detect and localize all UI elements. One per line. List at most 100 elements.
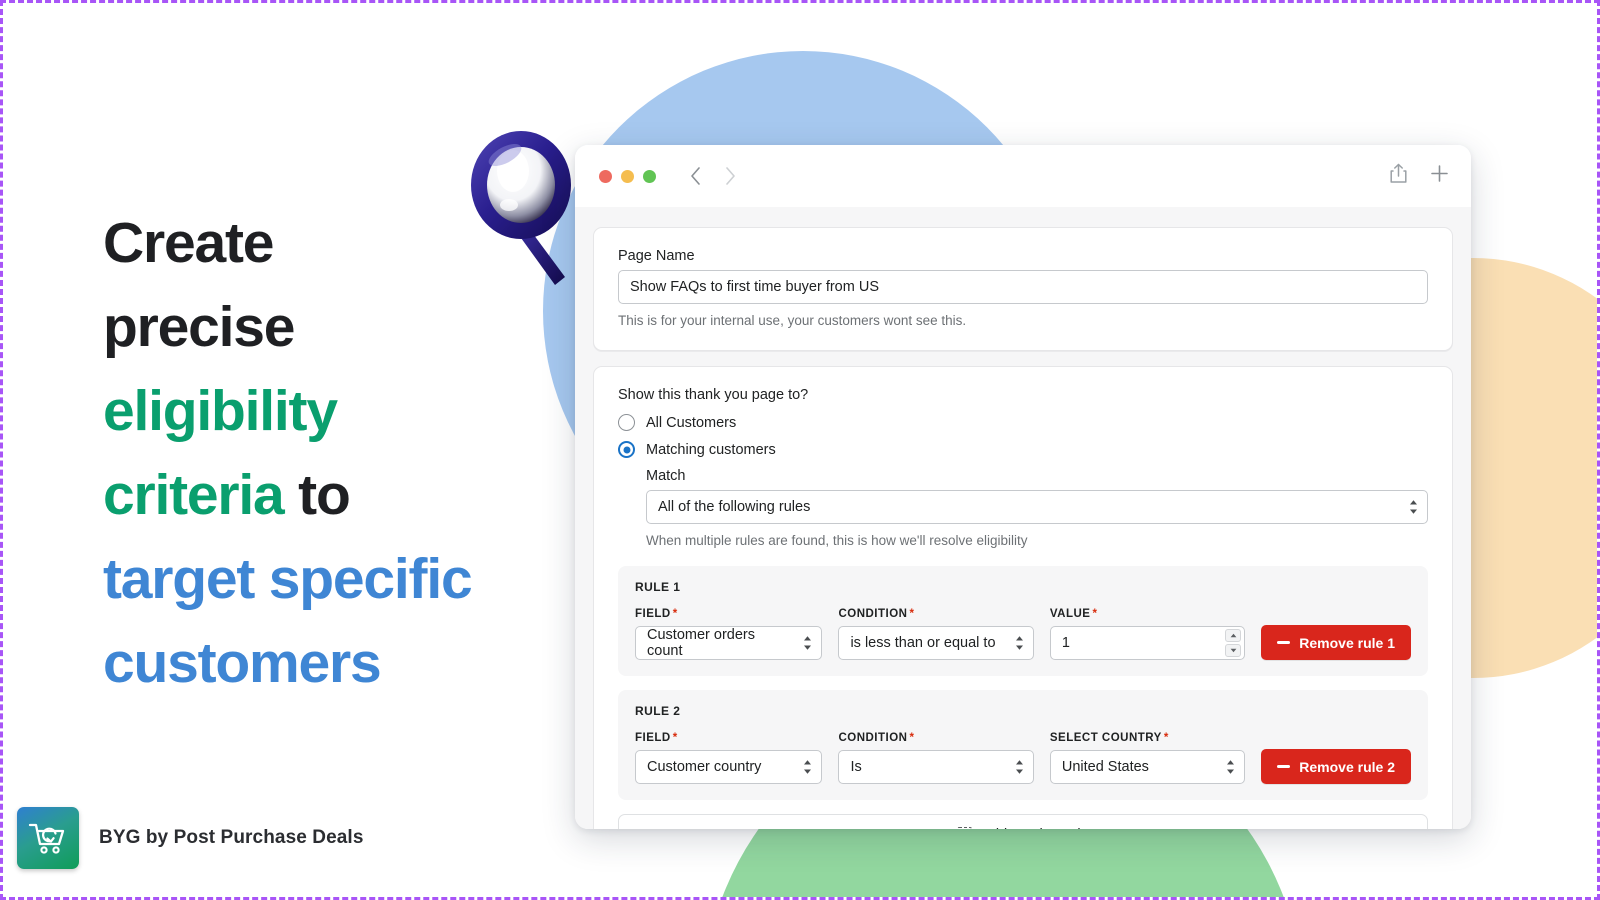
new-tab-button[interactable] [1430, 164, 1449, 188]
rule-card-1: RULE 1 FIELD * Customer orders count CON… [618, 566, 1428, 676]
headline-line-4: criteria to [103, 453, 543, 537]
rule-2-condition-select[interactable]: Is [838, 750, 1034, 784]
rule-1-field-required: * [672, 608, 678, 620]
rule-card-2: RULE 2 FIELD * Customer country CONDITIO… [618, 690, 1428, 800]
maximize-dot[interactable] [643, 169, 656, 183]
rule-2-country-value: United States [1061, 759, 1149, 775]
rule-1-value-text: 1 [1061, 635, 1070, 651]
rule-2-field-value: Customer country [647, 759, 762, 775]
browser-chrome-toolbar [575, 145, 1471, 207]
rule-1-field-label: FIELD * [635, 608, 822, 620]
rule-2-country-col: SELECT COUNTRY * United States [1049, 732, 1246, 784]
rule-2-condition-required: * [909, 732, 915, 744]
radio-all-customers-label: All Customers [646, 414, 737, 431]
add-another-rule-label: Add another rule [981, 827, 1088, 830]
rule-1-value-wrap: 1 [1049, 626, 1246, 660]
shopping-cart-refresh-icon [28, 823, 65, 854]
rule-2-condition-wrap: Is [838, 750, 1034, 784]
match-help: When multiple rules are found, this is h… [646, 533, 1028, 548]
headline-eligibility: eligibility [103, 379, 338, 443]
headline-line-5: target specific [103, 537, 543, 621]
audience-question: Show this thank you page to? [618, 387, 809, 403]
dashed-plus-icon [957, 827, 973, 829]
page-name-input[interactable] [618, 270, 1428, 304]
rule-1-value-input[interactable]: 1 [1049, 626, 1246, 660]
rule-2-field-col: FIELD * Customer country [635, 732, 823, 784]
rule-1-field-col: FIELD * Customer orders count [635, 608, 823, 660]
rule-2-field-select[interactable]: Customer country [635, 750, 823, 784]
rule-2-grid: FIELD * Customer country CONDITION * Is … [635, 732, 1411, 784]
caret-down-icon [1230, 648, 1237, 653]
headline-to: to [283, 463, 351, 527]
remove-rule-2-button[interactable]: Remove rule 2 [1261, 749, 1411, 784]
radio-all-customers[interactable]: All Customers [618, 414, 1428, 431]
rule-1-value-col: VALUE * 1 [1049, 608, 1246, 660]
window-controls[interactable] [599, 169, 656, 183]
share-icon [1390, 163, 1407, 183]
rule-1-value-label-text: VALUE [1049, 608, 1091, 620]
brand-footer: BYG by Post Purchase Deals [17, 807, 363, 869]
radio-matching-customers-label: Matching customers [646, 441, 776, 458]
toolbar-actions [1389, 163, 1449, 189]
rule-2-condition-label-text: CONDITION [838, 732, 908, 744]
share-button[interactable] [1389, 163, 1408, 189]
rule-1-field-value: Customer orders count [647, 627, 755, 659]
rule-2-field-wrap: Customer country [635, 750, 823, 784]
radio-matching-customers[interactable]: Matching customers [618, 441, 1428, 458]
rule-1-value-steppers[interactable] [1225, 629, 1242, 657]
rule-2-field-label: FIELD * [635, 732, 822, 744]
minus-icon [1277, 765, 1291, 768]
chevron-right-icon [725, 167, 735, 185]
page-name-help: This is for your internal use, your cust… [618, 313, 967, 328]
browser-window: Page Name This is for your internal use,… [575, 145, 1471, 829]
audience-card: Show this thank you page to? All Custome… [593, 366, 1453, 829]
plus-icon [1431, 165, 1448, 182]
rule-2-country-label-text: SELECT COUNTRY [1049, 732, 1162, 744]
rule-1-condition-label-text: CONDITION [838, 608, 908, 620]
match-select[interactable]: All of the following rules [646, 490, 1428, 524]
radio-matching-customers-indicator[interactable] [618, 441, 635, 458]
minus-icon [1277, 641, 1291, 644]
app-logo [17, 807, 79, 869]
rule-1-field-label-text: FIELD [635, 608, 671, 620]
forward-button[interactable] [717, 163, 743, 189]
rule-2-condition-col: CONDITION * Is [838, 732, 1034, 784]
navigation-buttons [682, 163, 743, 189]
close-dot[interactable] [599, 169, 612, 183]
remove-rule-2-label: Remove rule 2 [1299, 758, 1395, 775]
page-name-card: Page Name This is for your internal use,… [593, 227, 1453, 351]
rule-1-condition-value: is less than or equal to [850, 635, 996, 651]
rule-2-country-select[interactable]: United States [1049, 750, 1246, 784]
remove-rule-1-button[interactable]: Remove rule 1 [1261, 625, 1411, 660]
rule-1-field-select[interactable]: Customer orders count [635, 626, 823, 660]
headline-line-6: customers [103, 621, 543, 705]
minimize-dot[interactable] [621, 169, 634, 183]
match-select-wrap: All of the following rules [646, 490, 1428, 524]
stepper-down-button[interactable] [1225, 644, 1242, 657]
caret-up-icon [1230, 633, 1237, 638]
rule-2-title: RULE 2 [635, 704, 681, 718]
slide-canvas: Create precise eligibility criteria to t… [0, 0, 1600, 900]
back-button[interactable] [682, 163, 708, 189]
rule-2-country-wrap: United States [1049, 750, 1246, 784]
rule-1-condition-col: CONDITION * is less than or equal to [838, 608, 1034, 660]
headline-target-specific: target specific [103, 547, 473, 611]
stepper-up-button[interactable] [1225, 629, 1242, 642]
rule-2-country-required: * [1163, 732, 1169, 744]
rule-2-condition-value: Is [850, 759, 862, 775]
rule-1-grid: FIELD * Customer orders count CONDITION … [635, 608, 1411, 660]
brand-name: BYG by Post Purchase Deals [99, 827, 364, 848]
rule-1-condition-required: * [909, 608, 915, 620]
match-label: Match [646, 468, 686, 484]
headline-criteria: criteria [103, 463, 285, 527]
rule-1-condition-label: CONDITION * [838, 608, 1033, 620]
match-select-value: All of the following rules [658, 499, 811, 515]
rule-1-title: RULE 1 [635, 580, 681, 594]
rule-1-field-wrap: Customer orders count [635, 626, 823, 660]
match-block: Match All of the following rules When mu… [646, 468, 1428, 548]
chevron-left-icon [690, 167, 700, 185]
rule-1-condition-select[interactable]: is less than or equal to [838, 626, 1034, 660]
add-another-rule-button[interactable]: Add another rule [618, 814, 1428, 829]
rule-1-value-label: VALUE * [1050, 608, 1245, 620]
radio-all-customers-indicator[interactable] [618, 414, 635, 431]
